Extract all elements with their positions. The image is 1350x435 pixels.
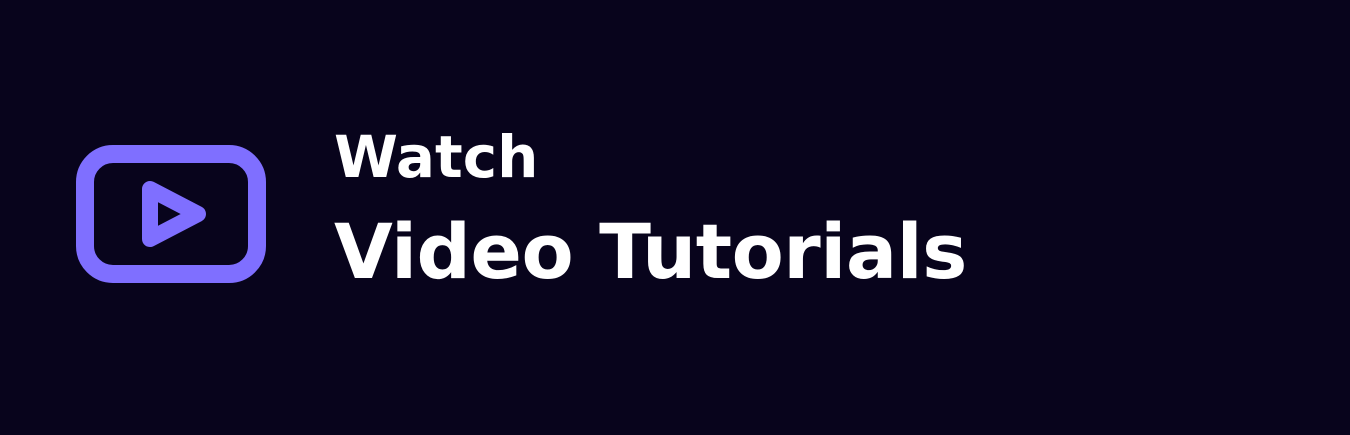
banner-text: Watch Video Tutorials <box>334 118 967 300</box>
play-video-icon <box>76 145 266 283</box>
banner-eyebrow: Watch <box>334 123 539 191</box>
video-tutorials-banner[interactable]: Watch Video Tutorials <box>0 0 1350 435</box>
banner-headline: Video Tutorials <box>334 207 967 296</box>
